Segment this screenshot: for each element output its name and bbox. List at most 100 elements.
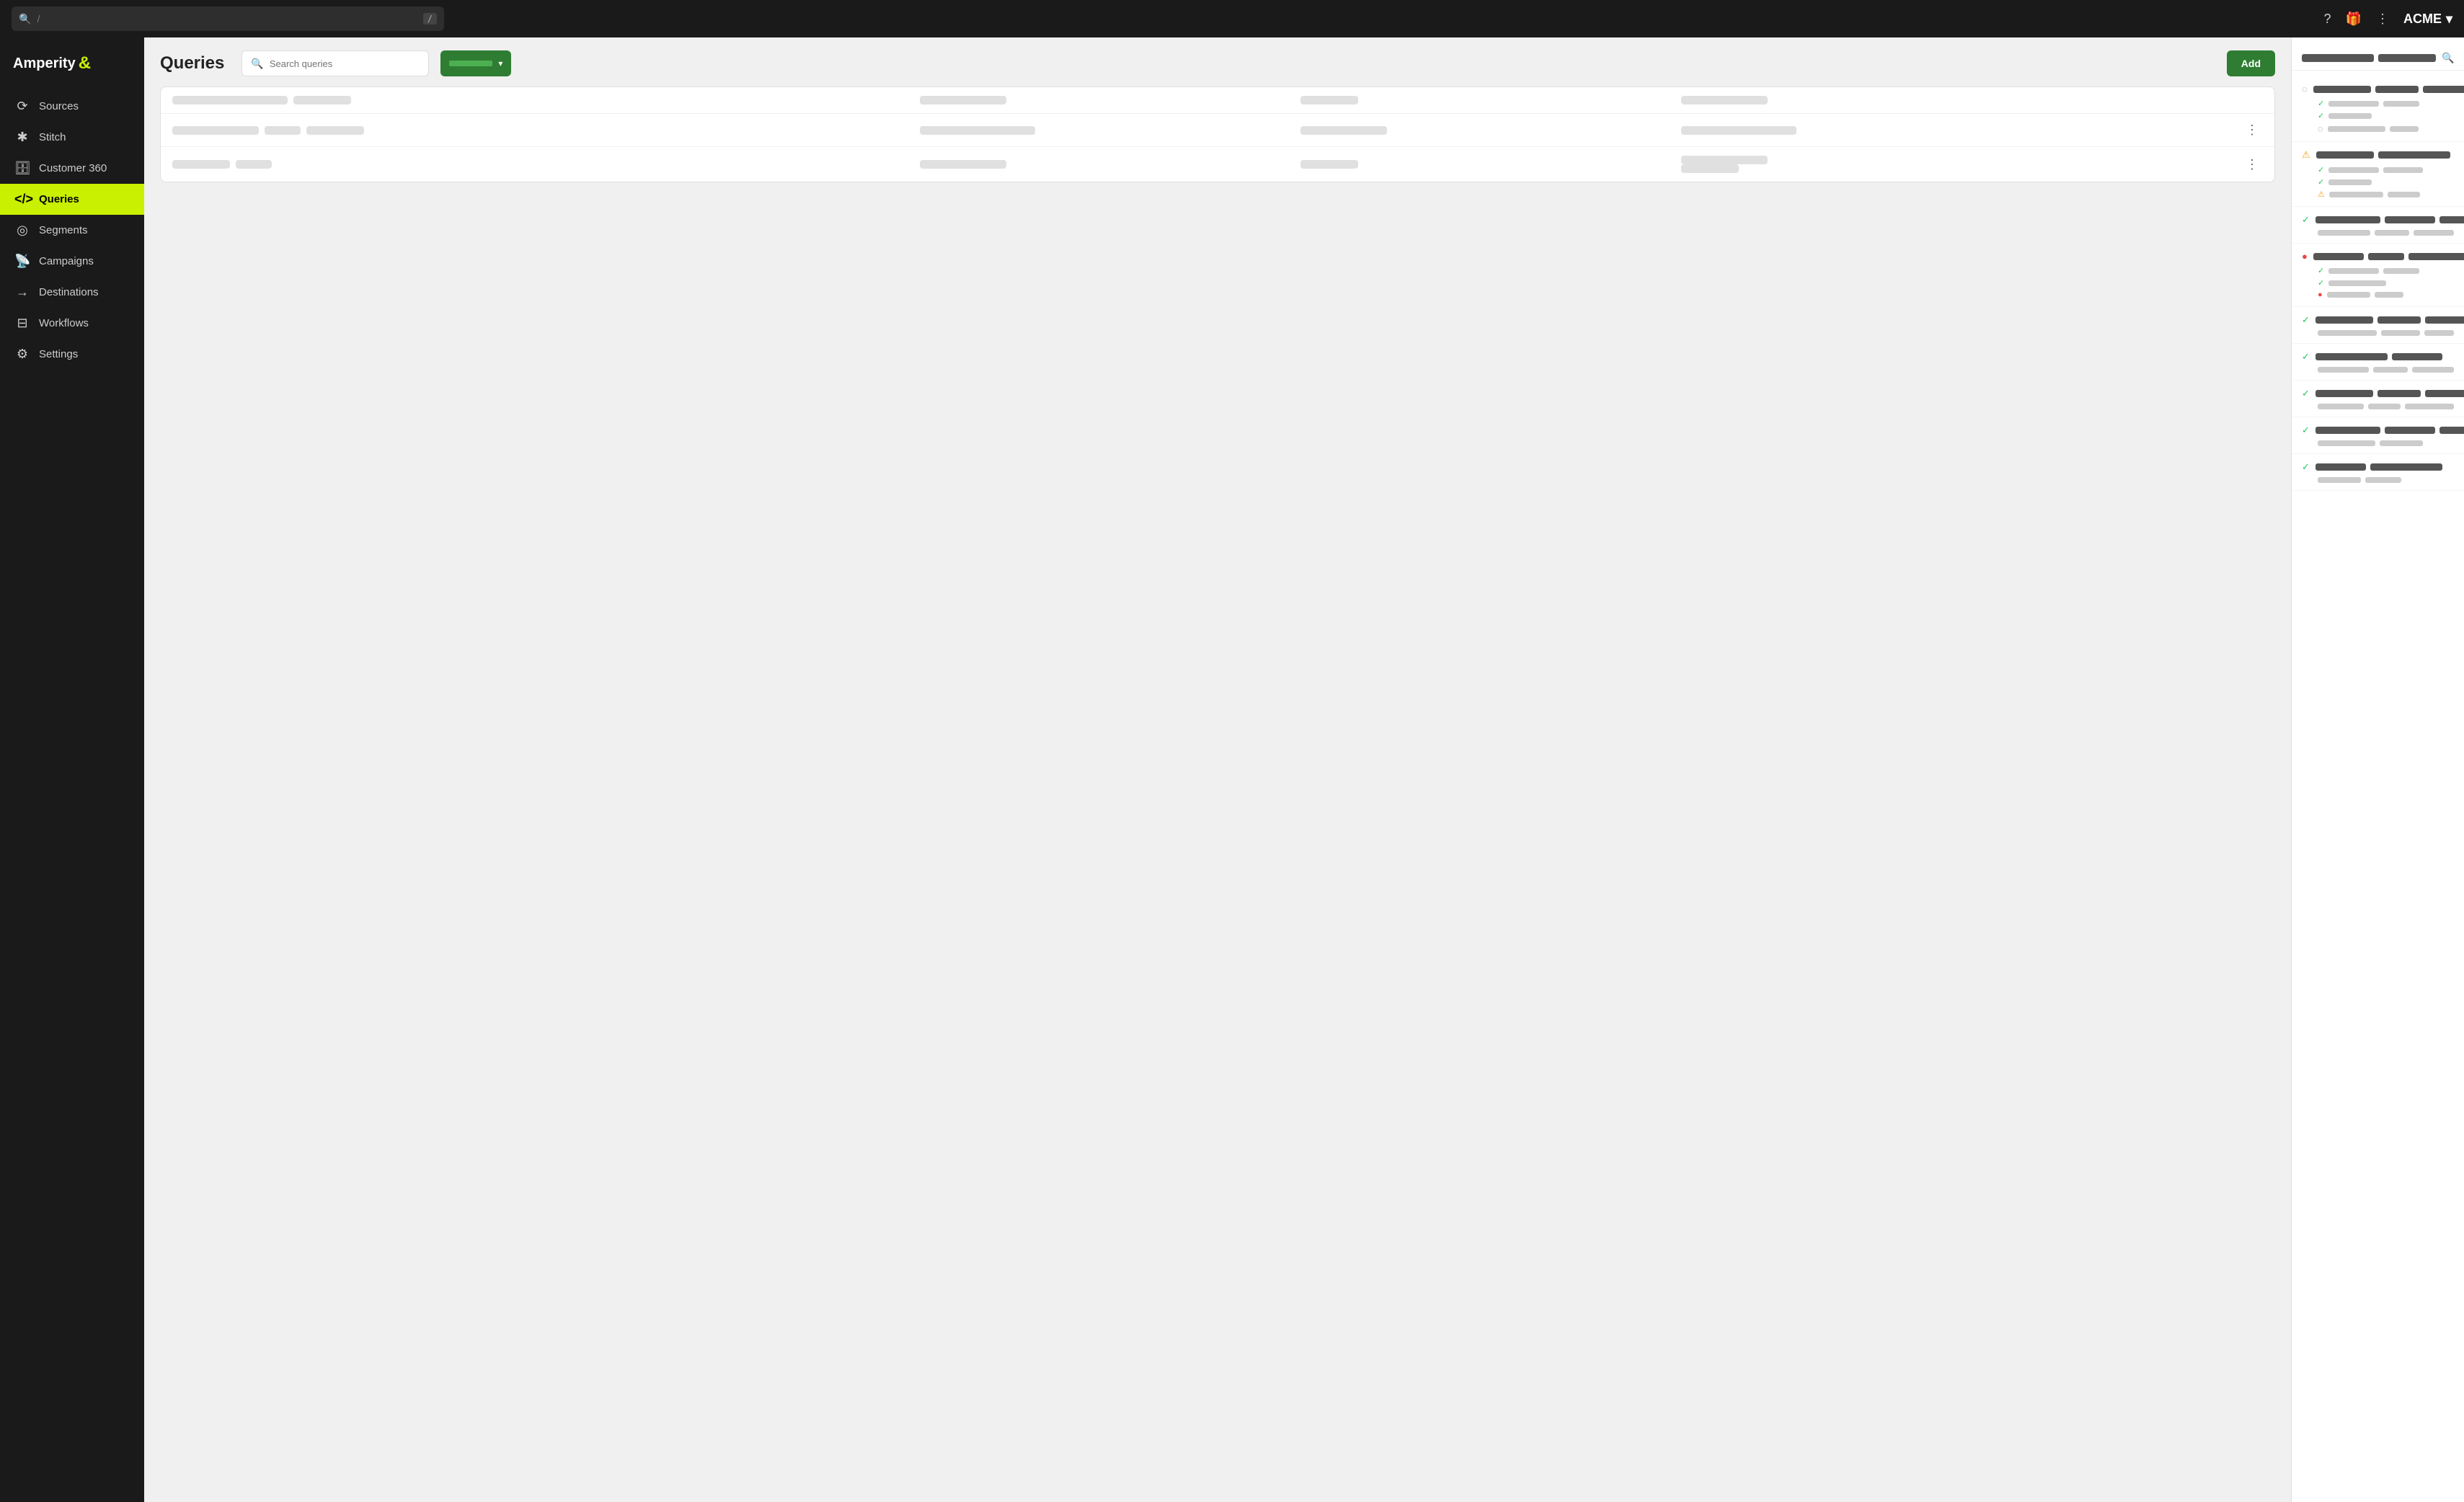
sidebar-item-label-stitch: Stitch xyxy=(39,131,66,143)
rp-sub-row xyxy=(2318,440,2454,446)
sidebar-item-workflows[interactable]: ⊟ Workflows xyxy=(0,308,144,339)
sidebar-item-label-campaigns: Campaigns xyxy=(39,255,94,267)
success-icon: ✓ xyxy=(2302,351,2310,363)
skeleton xyxy=(2370,463,2442,471)
skeleton xyxy=(2318,440,2375,446)
add-query-button[interactable]: Add xyxy=(2227,50,2275,76)
skeleton xyxy=(2328,167,2379,173)
sidebar-item-stitch[interactable]: ✱ Stitch xyxy=(0,122,144,153)
row-menu-icon[interactable]: ⋮ xyxy=(2246,123,2259,137)
skeleton xyxy=(1300,96,1358,105)
search-queries-bar[interactable]: 🔍 xyxy=(241,50,429,76)
right-panel-item: ✓ xyxy=(2292,381,2464,417)
rp-title-block xyxy=(2316,151,2450,159)
rp-sub-row: ◌ xyxy=(2318,123,2454,134)
sidebar-item-customer360[interactable]: 🗄 Customer 360 xyxy=(0,153,144,184)
row-menu-icon[interactable]: ⋮ xyxy=(2246,157,2259,172)
settings-icon: ⚙ xyxy=(14,347,30,362)
rp-sub-row xyxy=(2318,404,2454,409)
filter-dropdown[interactable]: ▾ xyxy=(440,50,511,76)
sidebar-item-label-segments: Segments xyxy=(39,224,88,236)
queries-area: Queries 🔍 ▾ Add xyxy=(144,37,2291,1502)
rp-sub-row: ✓ xyxy=(2318,99,2454,108)
customer360-icon: 🗄 xyxy=(14,161,30,176)
success-icon: ✓ xyxy=(2302,461,2310,473)
table-row: ⋮ xyxy=(161,114,2274,147)
skeleton xyxy=(2380,440,2423,446)
skeleton xyxy=(2383,167,2423,173)
search-queries-input[interactable] xyxy=(270,58,420,69)
rp-title-block xyxy=(2315,463,2442,471)
rp-item-header: ● xyxy=(2302,251,2454,262)
skeleton xyxy=(2315,316,2373,324)
help-icon[interactable]: ? xyxy=(2324,12,2331,27)
success-icon: ✓ xyxy=(2302,388,2310,399)
skeleton xyxy=(2378,151,2450,159)
sources-icon: ⟳ xyxy=(14,99,30,114)
skeleton xyxy=(2385,216,2435,223)
check-icon: ✓ xyxy=(2318,266,2324,275)
sidebar-item-settings[interactable]: ⚙ Settings xyxy=(0,339,144,370)
segments-icon: ◎ xyxy=(14,223,30,238)
sidebar-item-destinations[interactable]: → Destinations xyxy=(0,277,144,308)
rp-item-header: ⚠ xyxy=(2302,149,2454,161)
skeleton xyxy=(172,160,230,169)
warning-icon: ⚠ xyxy=(2302,149,2310,161)
rp-item-header: ✓ xyxy=(2302,314,2454,326)
account-menu[interactable]: ACME ▾ xyxy=(2403,12,2452,27)
skeleton xyxy=(2408,253,2464,260)
sidebar-item-queries[interactable]: </> Queries xyxy=(0,184,144,215)
queries-icon: </> xyxy=(14,192,30,207)
loading-icon: ◌ xyxy=(2318,123,2323,134)
skeleton xyxy=(1300,160,1358,169)
skeleton xyxy=(2381,330,2420,336)
skeleton xyxy=(236,160,272,169)
right-panel-search-icon[interactable]: 🔍 xyxy=(2442,52,2454,64)
sidebar-item-segments[interactable]: ◎ Segments xyxy=(0,215,144,246)
right-panel-item: ⚠ ✓ ✓ ⚠ xyxy=(2292,142,2464,207)
rp-sub-row xyxy=(2318,330,2454,336)
skeleton xyxy=(1681,164,1739,173)
sidebar-item-campaigns[interactable]: 📡 Campaigns xyxy=(0,246,144,277)
right-panel-item: ✓ xyxy=(2292,307,2464,344)
error-icon: ● xyxy=(2302,251,2308,262)
page-title: Queries xyxy=(160,53,224,74)
rp-item-header: ✓ xyxy=(2302,214,2454,226)
right-panel: 🔍 ◌ ✓ xyxy=(2291,37,2464,1502)
sidebar-item-label-destinations: Destinations xyxy=(39,286,99,298)
success-icon: ✓ xyxy=(2302,314,2310,326)
account-name: ACME xyxy=(2403,12,2442,27)
rp-sub-lines xyxy=(2302,440,2454,446)
skeleton xyxy=(2327,292,2370,298)
sidebar-item-label-customer360: Customer 360 xyxy=(39,162,107,174)
skeleton xyxy=(2302,54,2374,62)
campaigns-icon: 📡 xyxy=(14,254,30,269)
skeleton xyxy=(2328,101,2379,107)
rp-sub-row: ✓ xyxy=(2318,266,2454,275)
global-search-bar[interactable]: 🔍 / xyxy=(12,6,444,31)
skeleton xyxy=(2425,390,2464,397)
queries-header: Queries 🔍 ▾ Add xyxy=(144,37,2291,86)
right-panel-item: ✓ xyxy=(2292,454,2464,491)
rp-sub-lines xyxy=(2302,230,2454,236)
check-icon: ✓ xyxy=(2318,99,2324,108)
skeleton xyxy=(920,160,1006,169)
sidebar-item-sources[interactable]: ⟳ Sources xyxy=(0,91,144,122)
skeleton xyxy=(2328,179,2372,185)
skeleton xyxy=(920,126,1035,135)
error-small-icon: ● xyxy=(2318,290,2323,299)
global-search-input[interactable] xyxy=(37,13,422,25)
gift-icon[interactable]: 🎁 xyxy=(2346,12,2362,27)
success-icon: ✓ xyxy=(2302,425,2310,436)
rp-title-block xyxy=(2315,427,2464,434)
rp-sub-row: ✓ xyxy=(2318,177,2454,187)
skeleton xyxy=(2318,404,2364,409)
skeleton xyxy=(2424,330,2454,336)
skeleton xyxy=(2383,101,2419,107)
check-icon: ✓ xyxy=(2318,111,2324,120)
rp-sub-row xyxy=(2318,477,2454,483)
rp-sub-lines xyxy=(2302,330,2454,336)
more-icon[interactable]: ⋮ xyxy=(2376,12,2389,27)
skeleton xyxy=(2313,253,2364,260)
skeleton xyxy=(2316,151,2374,159)
